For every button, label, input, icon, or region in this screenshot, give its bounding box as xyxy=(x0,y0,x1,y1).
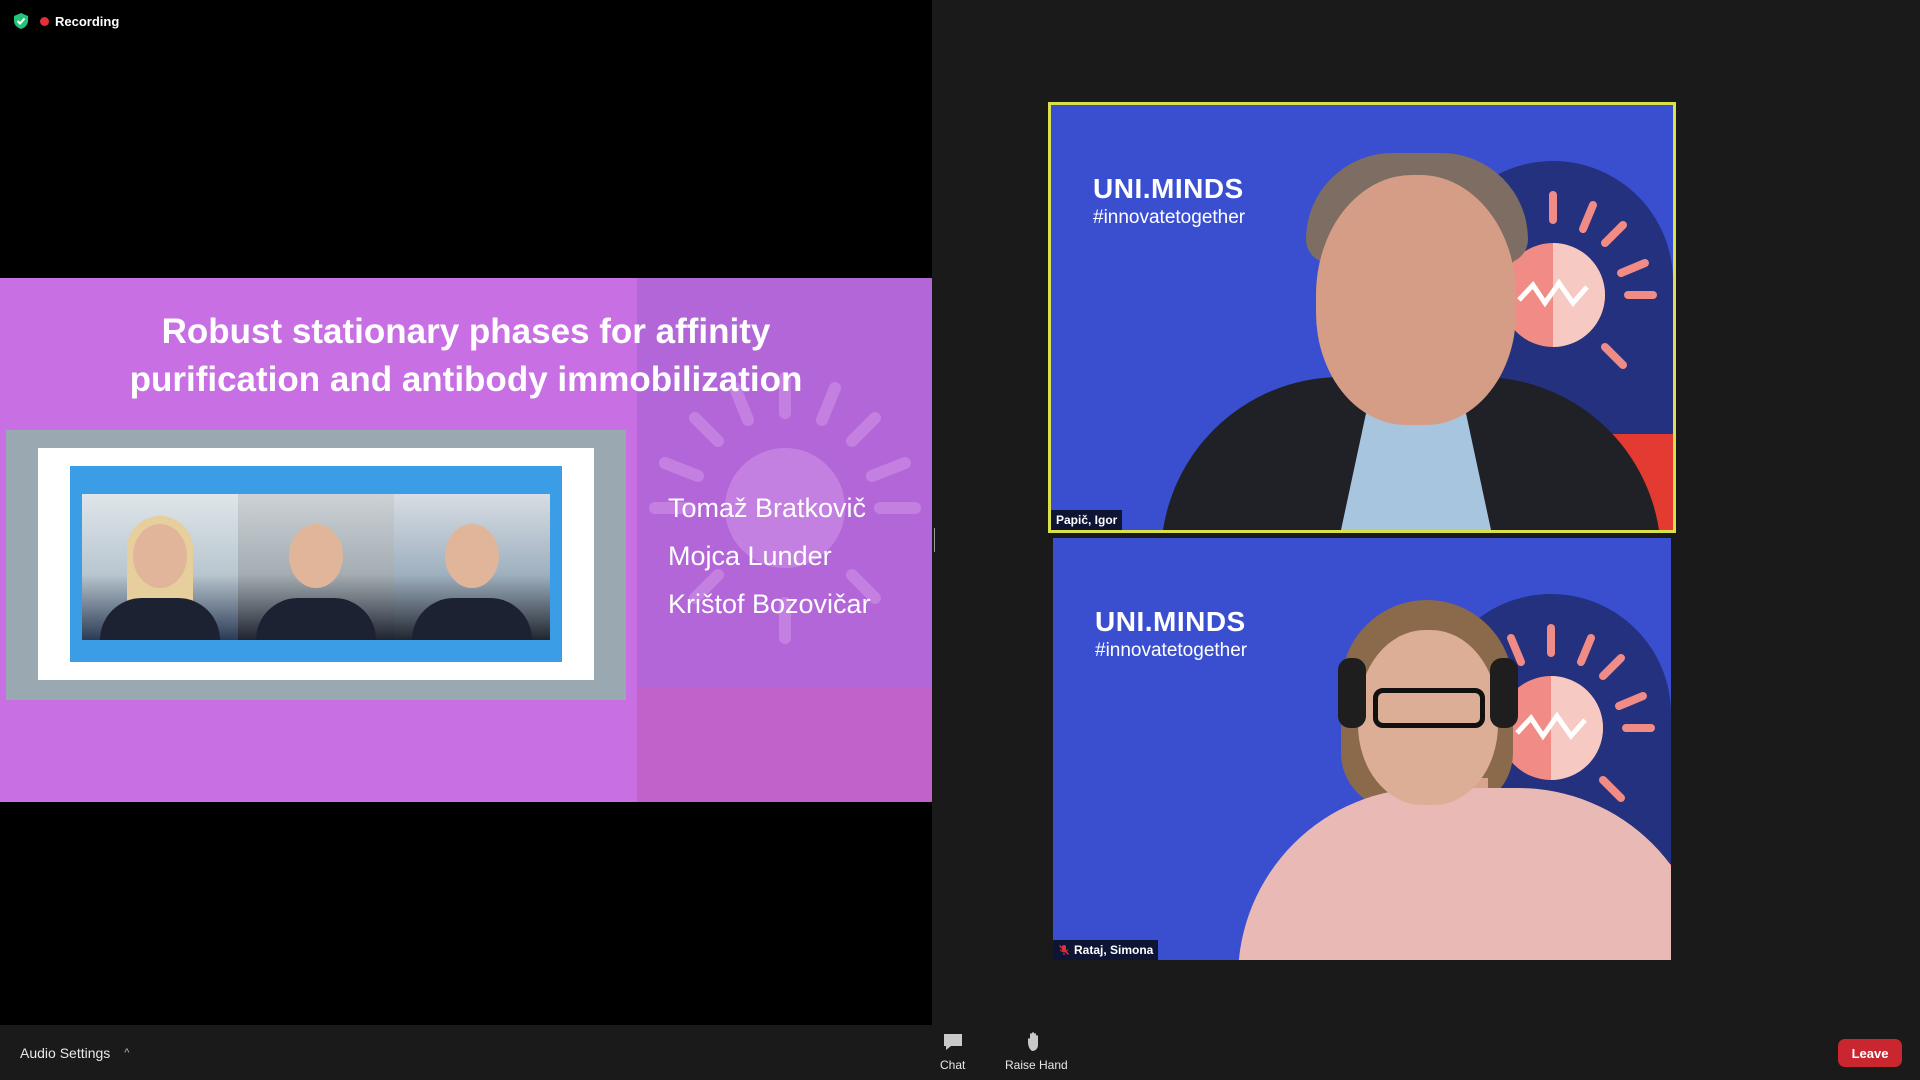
audio-settings-button[interactable]: Audio Settings ^ xyxy=(20,1025,129,1080)
team-photo-person xyxy=(394,494,550,640)
meeting-window: Recording Robust stationary phases for a xyxy=(0,0,1920,1080)
participant-gallery: UNI.MINDS #innovatetogether Papič, Igor xyxy=(936,0,1920,1025)
participant-name: Papič, Igor xyxy=(1056,513,1118,527)
presentation-slide: Robust stationary phases for affinity pu… xyxy=(0,278,932,802)
slide-decor-block xyxy=(637,688,932,802)
video-tile-simona[interactable]: UNI.MINDS #innovatetogether Rataj, Simon… xyxy=(1053,538,1671,960)
shared-screen: Robust stationary phases for affinity pu… xyxy=(0,0,932,1025)
recording-dot-icon xyxy=(40,16,49,26)
team-photo-frame xyxy=(6,430,626,700)
person-face xyxy=(133,524,187,588)
person-face xyxy=(445,524,499,588)
audio-settings-label: Audio Settings xyxy=(20,1044,111,1061)
status-bar: Recording xyxy=(12,10,119,32)
slide-title-line: Robust stationary phases for affinity xyxy=(161,312,771,351)
chat-bubble-icon xyxy=(943,1034,962,1050)
brand-tag: #innovatetogether xyxy=(1095,640,1248,661)
chat-button[interactable]: Chat xyxy=(940,1031,965,1072)
raise-hand-label: Raise Hand xyxy=(1005,1058,1068,1072)
person-body xyxy=(412,598,532,640)
participant-name-tag: Papič, Igor xyxy=(1051,510,1123,530)
team-photo xyxy=(82,494,550,640)
raise-hand-icon xyxy=(1028,1032,1039,1051)
author-name: Mojca Lunder xyxy=(668,541,832,571)
recording-label: Recording xyxy=(55,13,120,29)
headphones-icon xyxy=(1338,658,1366,728)
meeting-toolbar: Audio Settings ^ Chat Raise Hand Leave xyxy=(0,1025,1920,1080)
slide-title-line: purification and antibody immobilization xyxy=(129,360,803,399)
author-list: Tomaž Bratkovič Mojca Lunder Krištof Boz… xyxy=(668,484,871,628)
brand-watermark: UNI.MINDS #innovatetogether xyxy=(1093,173,1245,229)
raise-hand-button[interactable]: Raise Hand xyxy=(1005,1031,1068,1072)
participant-face xyxy=(1316,175,1516,425)
glasses xyxy=(1373,688,1485,728)
person-body xyxy=(256,598,376,640)
video-tile-igor[interactable]: UNI.MINDS #innovatetogether Papič, Igor xyxy=(1048,102,1676,533)
leave-button[interactable]: Leave xyxy=(1838,1039,1902,1067)
photo-mat xyxy=(38,448,594,680)
brand-name: UNI.MINDS xyxy=(1095,606,1246,637)
team-photo-person xyxy=(238,494,394,640)
participant-name: Rataj, Simona xyxy=(1074,943,1154,957)
participant-name-tag: Rataj, Simona xyxy=(1053,940,1159,960)
author-name: Tomaž Bratkovič xyxy=(668,493,867,523)
brand-watermark: UNI.MINDS #innovatetogether xyxy=(1095,606,1247,662)
person-body xyxy=(100,598,220,640)
brand-name: UNI.MINDS xyxy=(1093,173,1244,204)
slide-title: Robust stationary phases for affinity pu… xyxy=(40,308,892,404)
chat-label: Chat xyxy=(940,1058,966,1072)
author-name: Krištof Bozovičar xyxy=(668,589,871,619)
brand-tag: #innovatetogether xyxy=(1093,207,1246,228)
recording-indicator[interactable]: Recording xyxy=(40,14,119,29)
person-face xyxy=(289,524,343,588)
chevron-up-icon[interactable]: ^ xyxy=(124,1047,129,1059)
microphone-muted-icon xyxy=(1059,945,1069,955)
team-photo-person xyxy=(82,494,238,640)
security-shield-icon[interactable] xyxy=(12,12,30,30)
headphones-icon xyxy=(1490,658,1518,728)
photo-backdrop xyxy=(70,466,562,662)
